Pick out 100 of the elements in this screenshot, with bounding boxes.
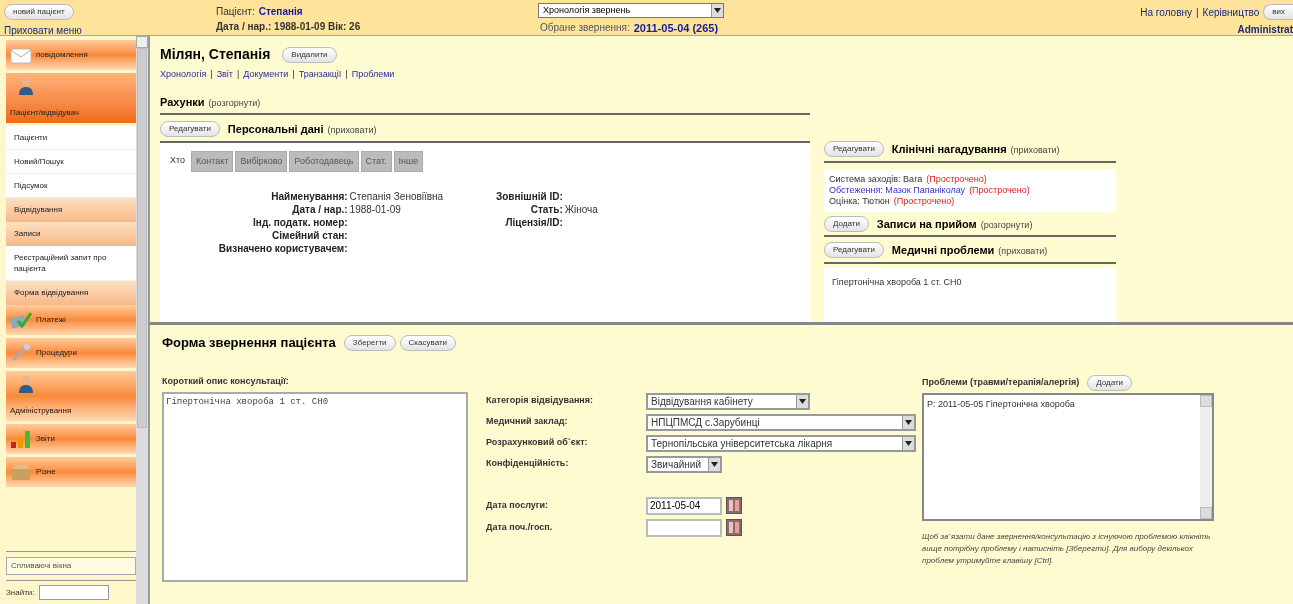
logout-button[interactable]: вих xyxy=(1263,4,1293,20)
save-button[interactable]: Зберегти xyxy=(343,334,396,351)
toggle-link[interactable]: (приховати) xyxy=(1010,144,1060,158)
select-field[interactable]: Звичайний xyxy=(646,455,722,473)
add-button[interactable]: Додати xyxy=(1087,374,1133,391)
tab[interactable]: Стат. xyxy=(360,150,392,172)
nav-link[interactable]: Проблеми xyxy=(351,68,395,82)
encounter-label: Обране звернення: xyxy=(540,21,630,35)
separator: | xyxy=(292,68,295,81)
field-value: Жіноча xyxy=(564,203,598,216)
section-title: Рахунки xyxy=(160,94,205,110)
person-icon xyxy=(18,375,34,393)
reminder-link[interactable]: Обстеження: Мазок Папаніколау xyxy=(829,184,966,196)
menu-item[interactable]: Відвідування xyxy=(6,198,136,222)
person-icon xyxy=(18,77,34,95)
edit-button[interactable]: Редагувати xyxy=(824,141,884,158)
encounter-link[interactable]: 2011-05-04 (265) xyxy=(633,20,719,37)
caret-icon xyxy=(799,398,806,404)
field-value: 1988-01-09 xyxy=(349,203,402,216)
toggle-link[interactable]: (приховати) xyxy=(998,245,1048,259)
nav-link[interactable]: Документи xyxy=(243,68,289,82)
popups-select[interactable]: Спливаючі вікна xyxy=(6,557,136,575)
menu-item[interactable]: Пацієнти xyxy=(6,126,136,150)
patient-name-link[interactable]: Степанія xyxy=(258,4,303,19)
envelope-icon xyxy=(10,46,32,64)
field-label: Короткий опис консультації: xyxy=(162,374,290,388)
tab[interactable]: Контакт xyxy=(191,150,234,172)
help-note: Щоб зв`язати дане звернення/консультацію з існуючою проблемою клікніть вище потрібну проблему і натисніть [Зберегти]. Для вибору декількох проблем утримуйте клавішу [Ctrl]. xyxy=(922,530,1212,567)
toggle-link[interactable]: (приховати) xyxy=(327,124,377,138)
toggle-link[interactable]: (розгорнути) xyxy=(980,218,1033,232)
menu-header[interactable]: Різне xyxy=(6,457,136,487)
edit-button[interactable]: Редагувати xyxy=(824,242,884,259)
date-field[interactable] xyxy=(646,518,722,537)
caret-icon xyxy=(714,8,721,13)
select-field[interactable]: Відвідування кабінету xyxy=(646,392,810,410)
tab[interactable]: Роботодавець xyxy=(289,150,359,172)
menu-item[interactable]: Записи xyxy=(6,222,136,246)
caret-icon xyxy=(905,419,912,425)
field-label: Розрахунковий об`єкт: xyxy=(486,436,589,450)
tab[interactable]: Інше xyxy=(393,150,424,172)
menu-header[interactable]: Адміністрування xyxy=(6,371,136,421)
date-field[interactable]: 2011-05-04 xyxy=(646,496,722,515)
menu-header[interactable]: Пацієнт/відвідувач xyxy=(6,73,136,123)
separator: | xyxy=(345,68,348,81)
user-name: Administrat xyxy=(1237,23,1293,37)
field-label: Категорія відвідування: xyxy=(486,394,595,408)
overdue-status: (Прострочено) xyxy=(926,173,987,185)
toggle-link[interactable]: (розгорнути) xyxy=(208,96,261,110)
field-label: Дата / нар.: xyxy=(291,203,348,216)
menu-item[interactable]: Підсумок xyxy=(6,174,136,198)
home-link[interactable]: На головну xyxy=(1140,4,1192,20)
menu-header[interactable]: повідомлення xyxy=(6,40,136,70)
menu-header[interactable]: Платежі xyxy=(6,305,136,335)
history-select[interactable]: Хронологія звернень xyxy=(538,3,724,18)
cancel-button[interactable]: Скасувати xyxy=(399,334,457,351)
menu-header[interactable]: Звіти xyxy=(6,424,136,454)
find-input[interactable] xyxy=(38,585,109,600)
list-option[interactable]: P: 2011-05-05 Гіпертонічна хвороба xyxy=(927,397,1197,411)
calendar-icon xyxy=(726,519,742,536)
field-label: Медичний заклад: xyxy=(486,415,569,429)
field-label: Стать: xyxy=(529,203,563,216)
edit-button[interactable]: Редагувати xyxy=(160,121,220,138)
calendar-icon xyxy=(726,497,742,514)
menu-item[interactable]: Реєстраційний запит про пацієнта xyxy=(6,246,136,281)
select-field[interactable]: НПЦПМСД с.Зарубинці xyxy=(646,413,916,431)
select-field[interactable]: Тернопільська університетська лікарня xyxy=(646,434,916,452)
bar-chart-icon xyxy=(10,430,32,448)
hide-menu-link[interactable]: Приховати меню xyxy=(4,23,82,38)
field-label: Інд. податк. номер: xyxy=(252,216,348,229)
tab[interactable]: Вибірково xyxy=(235,150,288,172)
field-label: Дата поч./госп. xyxy=(486,520,554,534)
issues-listbox[interactable]: P: 2011-05-05 Гіпертонічна хвороба xyxy=(922,392,1214,521)
caret-icon xyxy=(905,440,912,446)
field-label: Найменування: xyxy=(270,190,348,203)
nav-link[interactable]: Звіт xyxy=(216,68,233,82)
scrollbar[interactable] xyxy=(136,36,148,604)
section-title: Персональні дані xyxy=(227,122,324,137)
form-title: Форма звернення пацієнта xyxy=(162,334,336,352)
field-label: Конфіденційність: xyxy=(486,457,570,471)
new-patient-button[interactable]: новий пацієнт xyxy=(4,4,74,20)
field-label: Проблеми (травми/терапія/алергія) xyxy=(922,375,1080,389)
check-icon xyxy=(10,311,32,329)
section-title: Медичні проблеми xyxy=(891,243,995,258)
manual-link[interactable]: Керівництво xyxy=(1202,4,1260,20)
separator: | xyxy=(1196,5,1199,20)
field-value: Степанія Зеновіївна xyxy=(349,190,445,203)
reminder-text: Оцінка: Тютюн xyxy=(829,195,890,207)
menu-header[interactable]: Процедури xyxy=(6,338,136,368)
nav-link[interactable]: Хронологія xyxy=(160,68,207,82)
menu-item[interactable]: Форма відвідування xyxy=(6,281,136,305)
add-button[interactable]: Додати xyxy=(824,215,869,232)
delete-button[interactable]: Видалити xyxy=(282,46,337,63)
reminder-text: Система заходів: Вага xyxy=(829,173,923,185)
field-label: Ліцензія/ID: xyxy=(504,216,563,229)
scrollbar[interactable] xyxy=(1200,394,1212,519)
overdue-status: (Прострочено) xyxy=(893,195,955,207)
wrench-icon xyxy=(10,344,32,362)
nav-link[interactable]: Транзакції xyxy=(298,68,342,82)
menu-item[interactable]: Новий/Пошук xyxy=(6,150,136,174)
description-textarea[interactable]: Гіпертонічна хвороба 1 ст. СН0 xyxy=(162,392,468,582)
